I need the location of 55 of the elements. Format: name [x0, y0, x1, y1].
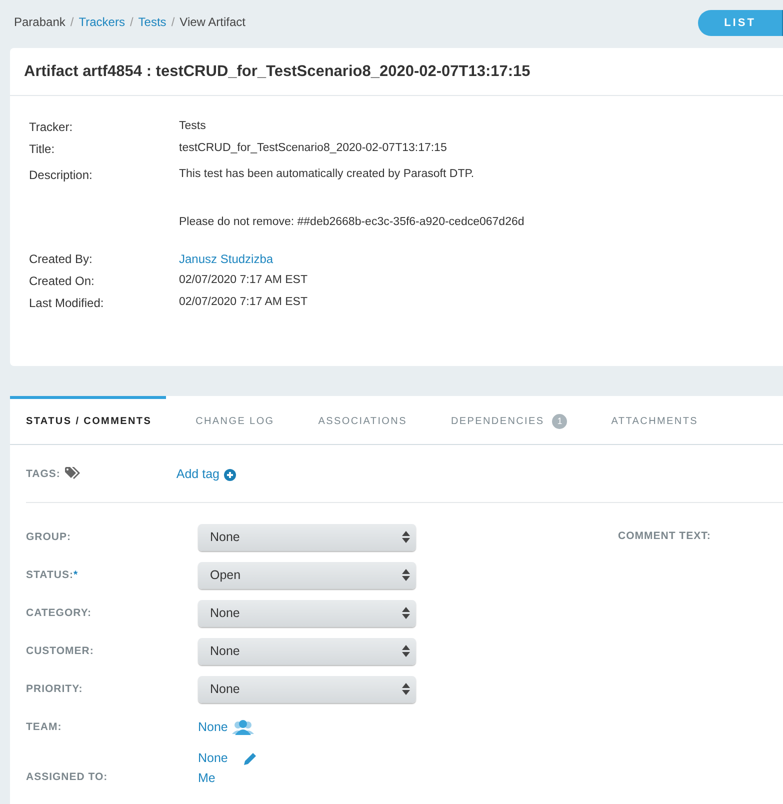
detail-label: Created On:	[29, 274, 96, 288]
detail-value: Please do not remove: ##deb2668b-ec3c-35f6-a920-cedce067d26d	[179, 216, 524, 228]
assignee-link[interactable]: None	[198, 751, 228, 765]
breadcrumb-link[interactable]: Trackers	[78, 15, 125, 29]
sort-arrows-icon	[402, 531, 410, 543]
team-link[interactable]: None	[198, 720, 228, 734]
sort-arrows-icon	[402, 683, 410, 695]
detail-label: Description:	[29, 168, 94, 184]
select-dropdown[interactable]: None	[198, 638, 416, 664]
list-button[interactable]: LIST	[698, 10, 783, 36]
breadcrumb-item: Parabank	[14, 15, 66, 29]
detail-value: This test has been automatically created by Parasoft DTP.	[179, 168, 476, 180]
field-label: CUSTOMER:	[26, 645, 95, 657]
comment-text-label: COMMENT TEXT:	[618, 530, 711, 544]
tab[interactable]: CHANGE LOG	[180, 396, 288, 444]
detail-label: Title:	[29, 142, 56, 156]
field-label: STATUS:*	[26, 569, 80, 581]
tags-label: TAGS:	[26, 468, 60, 480]
sort-arrows-icon	[402, 645, 410, 657]
detail-link[interactable]: Janusz Studzizba	[179, 252, 274, 266]
select-dropdown[interactable]: None	[198, 524, 416, 550]
add-icon[interactable]	[224, 469, 236, 481]
tab[interactable]: ATTACHMENTS	[595, 396, 712, 444]
artifact-title: Artifact artf4854 : testCRUD_for_TestScenario8_2020-02-07T13:17:15	[10, 48, 783, 96]
tags-icon	[65, 467, 82, 480]
assign-to-me-link[interactable]: Me	[198, 771, 257, 785]
field-label: PRIORITY:	[26, 683, 84, 695]
count-badge: 1	[552, 414, 568, 429]
breadcrumb-item: View Artifact	[180, 15, 246, 29]
detail-value: testCRUD_for_TestScenario8_2020-02-07T13:17:15	[179, 142, 447, 154]
detail-label: Created By:	[29, 252, 94, 266]
breadcrumb-separator: /	[130, 15, 134, 29]
select-dropdown[interactable]: Open	[198, 562, 416, 588]
detail-label: Tracker:	[29, 120, 74, 134]
detail-label: Last Modified:	[29, 296, 105, 310]
sort-arrows-icon	[402, 607, 410, 619]
field-label: GROUP:	[26, 531, 72, 543]
select-dropdown[interactable]: None	[198, 676, 416, 702]
tab[interactable]: STATUS / COMMENTS	[10, 396, 166, 444]
breadcrumb-link[interactable]: Tests	[138, 15, 166, 29]
add-tag-link[interactable]: Add tag	[176, 466, 220, 480]
detail-value: 02/07/2020 7:17 AM EST	[179, 274, 308, 286]
pencil-icon[interactable]	[244, 752, 257, 764]
select-dropdown[interactable]: None	[198, 600, 416, 626]
sort-arrows-icon	[402, 569, 410, 581]
tab[interactable]: ASSOCIATIONS	[302, 396, 421, 444]
field-label: TEAM:	[26, 721, 63, 733]
detail-value: 02/07/2020 7:17 AM EST	[179, 296, 308, 308]
field-label: CATEGORY:	[26, 607, 93, 619]
breadcrumb-separator: /	[70, 15, 74, 29]
detail-value: Tests	[179, 120, 206, 132]
tab[interactable]: DEPENDENCIES 1	[434, 396, 582, 444]
team-icon[interactable]	[232, 719, 254, 735]
field-label: ASSIGNED TO:	[26, 771, 109, 783]
breadcrumb-separator: /	[171, 15, 175, 29]
